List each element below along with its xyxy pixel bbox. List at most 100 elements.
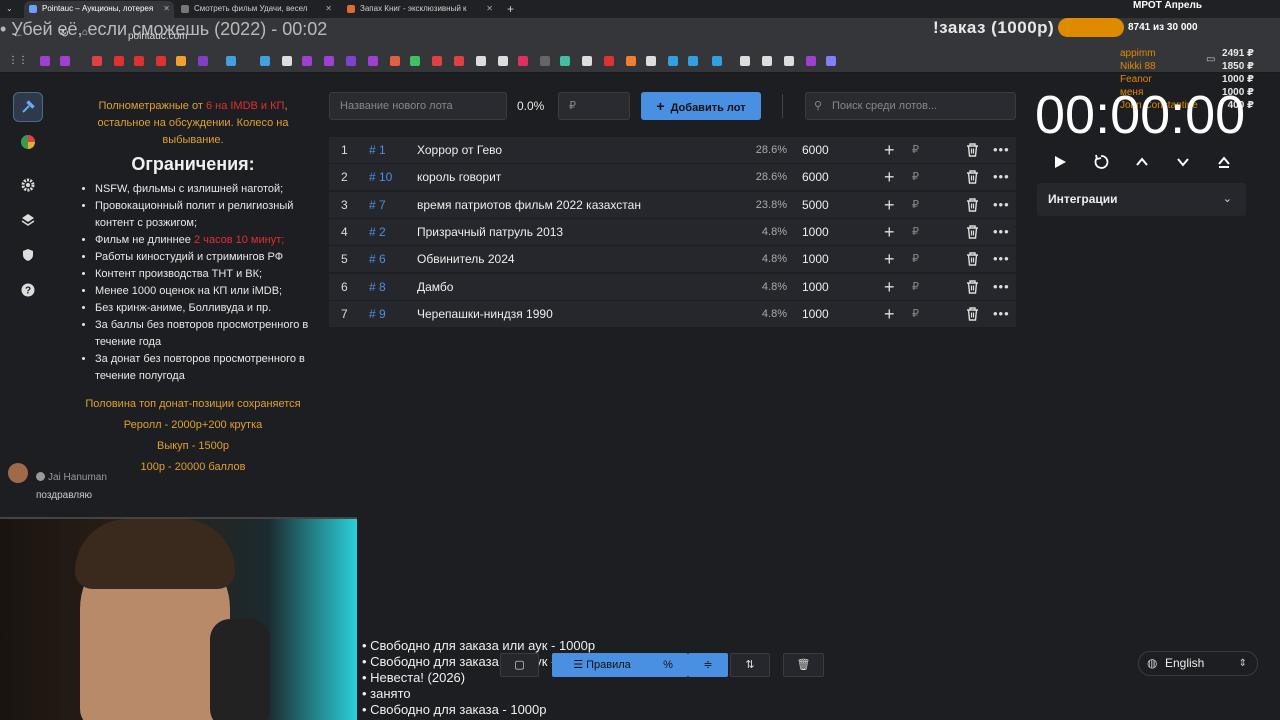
bookmark-icon[interactable]	[762, 56, 772, 66]
bookmark-icon[interactable]	[454, 56, 464, 66]
trash-icon[interactable]	[966, 197, 979, 212]
help-button[interactable]: ?	[13, 275, 43, 305]
close-icon[interactable]: ✕	[486, 1, 493, 17]
new-tab-button[interactable]: +	[503, 1, 521, 18]
bookmark-icon[interactable]	[390, 56, 400, 66]
wheel-button[interactable]	[13, 127, 43, 157]
lot-name[interactable]: Призрачный патруль 2013	[417, 219, 563, 245]
reset-timer-button[interactable]	[1091, 152, 1111, 172]
bookmark-icon[interactable]	[198, 56, 208, 66]
bookmark-icon[interactable]	[410, 56, 420, 66]
trash-icon[interactable]	[966, 225, 979, 239]
layers-button[interactable]	[13, 205, 43, 235]
more-options-icon[interactable]: •••	[993, 274, 1010, 300]
add-amount-icon[interactable]: +	[884, 246, 895, 272]
lot-name[interactable]: Черепашки-ниндзя 1990	[417, 301, 553, 327]
more-options-icon[interactable]: •••	[993, 219, 1010, 245]
bookmark-icon[interactable]	[582, 56, 592, 66]
rules-button[interactable]: ☰ Правила	[552, 653, 652, 677]
bookmark-icon[interactable]	[806, 56, 816, 66]
new-lot-name-input[interactable]: Название нового лота	[329, 92, 507, 120]
more-options-icon[interactable]: •••	[993, 192, 1010, 218]
more-options-icon[interactable]: •••	[993, 137, 1010, 163]
auction-hammer-button[interactable]	[13, 92, 43, 122]
lot-amount[interactable]: 1000	[802, 246, 829, 272]
table-row[interactable]: 3 # 7 время патриотов фильм 2022 казахстан…	[329, 191, 1016, 218]
lot-name[interactable]: время патриотов фильм 2022 казахстан	[417, 192, 641, 218]
clear-lots-button[interactable]: 🗑	[783, 653, 824, 677]
bookmark-icon[interactable]	[740, 56, 750, 66]
table-row[interactable]: 7 # 9 Черепашки-ниндзя 1990 4.8% 1000 + ₽ •••	[329, 300, 1016, 327]
tab-pointauc[interactable]: Pointauc – Аукционы, лотерея ✕	[24, 1, 174, 18]
bookmark-icon[interactable]	[156, 56, 166, 66]
lot-amount[interactable]: 1000	[802, 274, 829, 300]
sort-button[interactable]: ⇅	[730, 653, 770, 677]
bookmark-icon[interactable]	[540, 56, 550, 66]
lot-fast-id[interactable]: # 9	[369, 301, 386, 327]
trash-icon[interactable]	[966, 307, 979, 321]
lot-amount[interactable]: 1000	[802, 301, 829, 327]
lot-amount[interactable]: 5000	[802, 192, 829, 218]
bookmark-icon[interactable]	[560, 56, 570, 66]
new-lot-amount-input[interactable]: ₽	[558, 92, 630, 120]
add-amount-icon[interactable]: +	[884, 164, 895, 190]
bookmark-icon[interactable]	[498, 56, 508, 66]
lot-name[interactable]: Обвинитель 2024	[417, 246, 515, 272]
add-amount-icon[interactable]: +	[884, 192, 895, 218]
trash-icon[interactable]	[966, 170, 979, 184]
bookmark-icon[interactable]	[260, 56, 270, 66]
bookmark-icon[interactable]	[134, 56, 144, 66]
bookmark-icon[interactable]	[604, 56, 614, 66]
lot-name[interactable]: Хоррор от Гево	[417, 137, 502, 163]
bookmark-icon[interactable]	[226, 56, 236, 66]
subtract-time-button[interactable]	[1173, 152, 1193, 172]
lot-amount[interactable]: 6000	[802, 164, 829, 190]
table-row[interactable]: 4 # 2 Призрачный патруль 2013 4.8% 1000 + ₽ •••	[329, 218, 1016, 245]
close-icon[interactable]: ✕	[163, 1, 170, 17]
max-time-button[interactable]	[1214, 152, 1234, 172]
settings-button[interactable]	[13, 170, 43, 200]
lot-fast-id[interactable]: # 7	[369, 192, 386, 218]
integrations-accordion[interactable]: Интеграции ⌄	[1037, 183, 1246, 216]
lot-fast-id[interactable]: # 6	[369, 246, 386, 272]
table-row[interactable]: 1 # 1 Хоррор от Гево 28.6% 6000 + ₽ •••	[329, 137, 1016, 163]
bookmark-icon[interactable]	[826, 56, 836, 66]
bookmark-icon[interactable]	[346, 56, 356, 66]
add-amount-icon[interactable]: +	[884, 219, 895, 245]
bookmark-icon[interactable]	[476, 56, 486, 66]
bookmark-icon[interactable]	[40, 56, 50, 66]
tab-list-chevron-icon[interactable]: ⌄	[2, 1, 20, 18]
language-selector[interactable]: ◍ English ⇕	[1138, 651, 1258, 676]
more-options-icon[interactable]: •••	[993, 301, 1010, 327]
close-icon[interactable]: ✕	[325, 1, 332, 17]
bookmark-icon[interactable]	[368, 56, 378, 66]
all-bookmarks-folder-icon[interactable]: ▭	[1206, 54, 1215, 65]
trash-icon[interactable]	[966, 279, 979, 294]
table-row[interactable]: 6 # 8 Дамбо 4.8% 1000 + ₽ •••	[329, 273, 1016, 300]
lot-amount[interactable]: 6000	[802, 137, 829, 163]
bookmark-icon[interactable]	[114, 56, 124, 66]
security-button[interactable]	[13, 240, 43, 270]
add-amount-icon[interactable]: +	[884, 301, 895, 327]
more-options-icon[interactable]: •••	[993, 164, 1010, 190]
add-time-button[interactable]	[1132, 152, 1152, 172]
bookmark-icon[interactable]	[432, 56, 442, 66]
table-row[interactable]: 2 # 10 король говорит 28.6% 6000 + ₽ •••	[329, 164, 1016, 191]
percent-toggle-button[interactable]: %	[648, 653, 688, 677]
bookmark-icon[interactable]	[92, 56, 102, 66]
bookmark-icon[interactable]	[688, 56, 698, 66]
bookmark-icon[interactable]	[712, 56, 722, 66]
add-amount-icon[interactable]: +	[884, 137, 895, 163]
add-lot-button[interactable]: + Добавить лот	[641, 92, 761, 120]
bookmark-icon[interactable]	[324, 56, 334, 66]
add-amount-icon[interactable]: +	[884, 274, 895, 300]
bookmark-icon[interactable]	[668, 56, 678, 66]
lot-fast-id[interactable]: # 8	[369, 274, 386, 300]
table-row[interactable]: 5 # 6 Обвинитель 2024 4.8% 1000 + ₽ •••	[329, 246, 1016, 273]
tab-books[interactable]: Запах Книг - эксклюзивный к ✕	[342, 1, 497, 18]
bookmark-icon[interactable]	[518, 56, 528, 66]
lot-search-input[interactable]: ⚲ Поиск среди лотов...	[805, 92, 1016, 120]
play-button[interactable]	[1050, 152, 1070, 172]
more-options-icon[interactable]: •••	[993, 246, 1010, 272]
equalize-button[interactable]: ≑	[688, 653, 728, 677]
